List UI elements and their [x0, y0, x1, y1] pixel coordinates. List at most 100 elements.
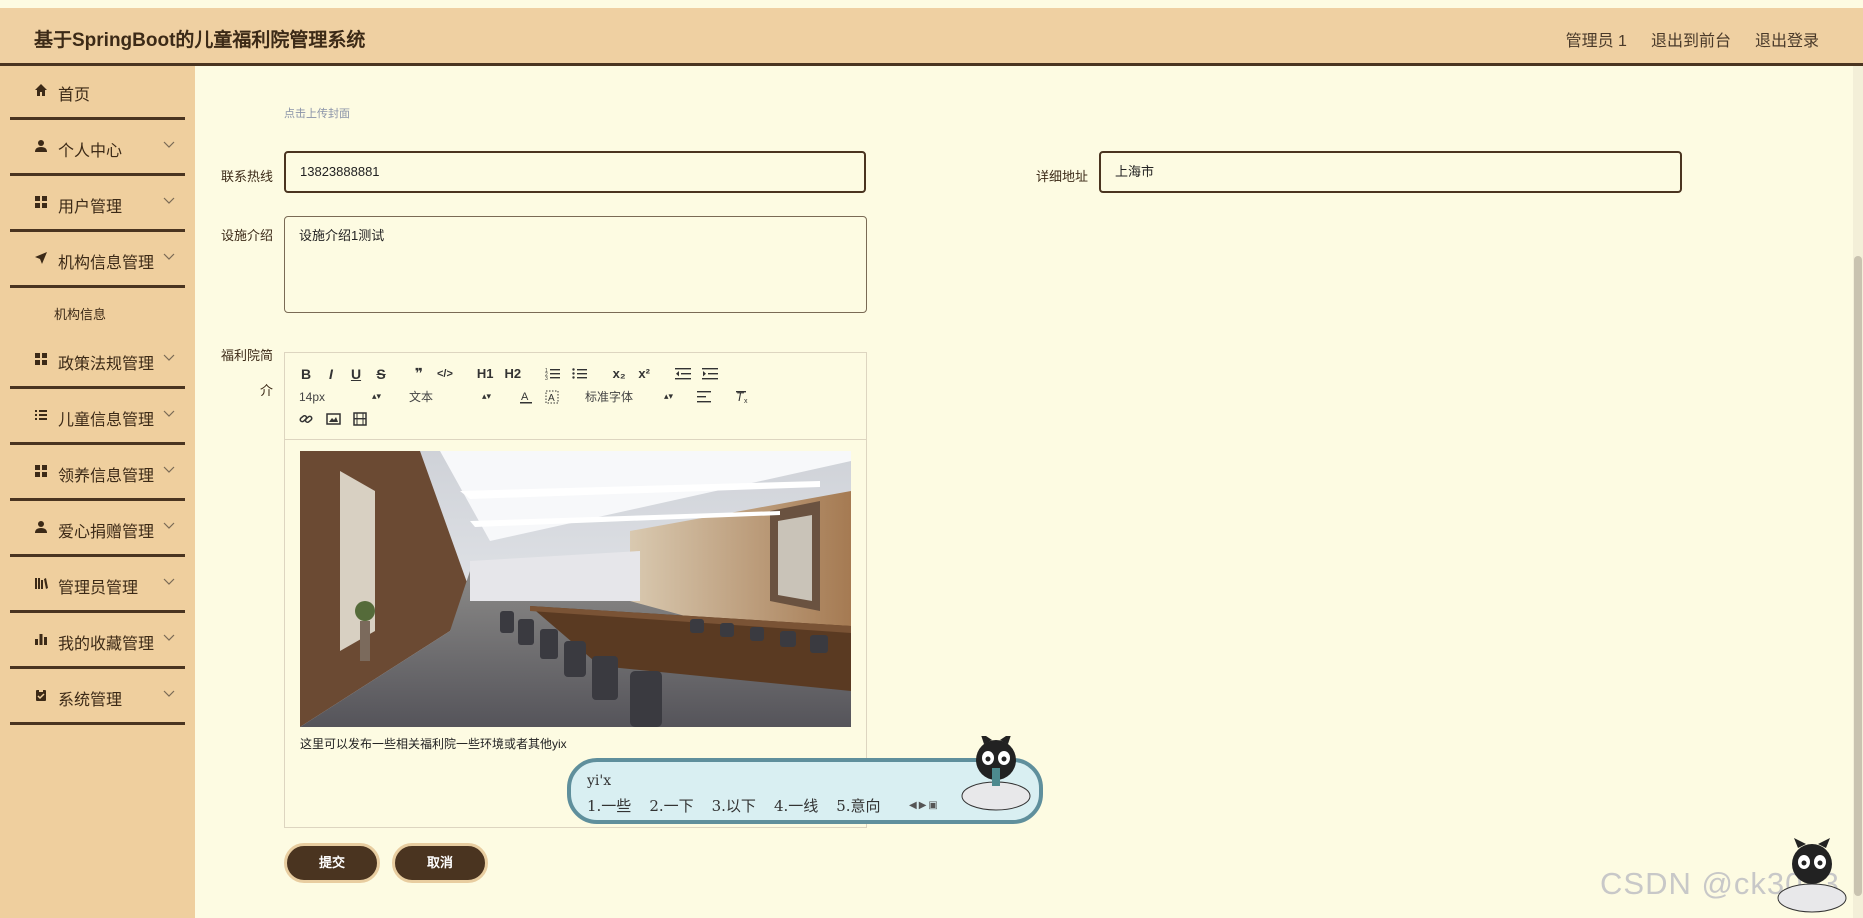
- background-color-icon[interactable]: A: [545, 390, 559, 404]
- chevron-down-icon: [163, 690, 175, 697]
- code-block-button[interactable]: </>: [437, 368, 453, 380]
- sidebar-item-donation-management[interactable]: 爱心捐赠管理: [10, 503, 185, 557]
- sidebar-item-admin-management[interactable]: 管理员管理: [10, 559, 185, 613]
- sidebar-item-label: 个人中心: [58, 143, 123, 160]
- grid-icon: [35, 465, 47, 477]
- list-icon: [35, 410, 47, 420]
- sidebar-subitem-institution-info[interactable]: 机构信息: [54, 304, 106, 323]
- svg-text:x: x: [744, 398, 748, 404]
- exit-to-front-link[interactable]: 退出到前台: [1651, 27, 1731, 51]
- rich-text-editor: B I U S ❞ </> H1 H2 123 x₂ x² 14px ▴▾ 文本 ▴…: [284, 352, 867, 828]
- facility-textarea[interactable]: 设施介绍1测试: [284, 216, 867, 313]
- sidebar-item-adoption-management[interactable]: 领养信息管理: [10, 447, 185, 501]
- subscript-button[interactable]: x₂: [612, 366, 626, 381]
- current-user-link[interactable]: 管理员 1: [1566, 27, 1627, 51]
- sidebar-item-label: 首页: [58, 87, 91, 104]
- ime-candidate-5[interactable]: 5.意向: [836, 795, 880, 816]
- align-left-icon[interactable]: [697, 390, 713, 404]
- chevron-down-icon: [163, 634, 175, 641]
- sidebar-item-system-management[interactable]: 系统管理: [10, 671, 185, 725]
- paragraph-select[interactable]: 文本 ▴▾: [409, 388, 491, 405]
- select-arrow-icon: ▴▾: [663, 391, 673, 401]
- video-icon[interactable]: [353, 412, 368, 426]
- sidebar-item-policy-management[interactable]: 政策法规管理: [10, 335, 185, 389]
- font-size-value: 14px: [299, 389, 326, 404]
- editor-content-text[interactable]: 这里可以发布一些相关福利院一些环境或者其他yix: [300, 735, 567, 752]
- sidebar-item-user-management[interactable]: 用户管理: [10, 178, 185, 232]
- logout-link[interactable]: 退出登录: [1755, 27, 1819, 51]
- image-icon[interactable]: [326, 412, 341, 426]
- top-links: 管理员 1 退出到前台 退出登录: [1566, 27, 1819, 51]
- editor-toolbar-row1: B I U S ❞ </> H1 H2 123 x₂ x²: [299, 365, 719, 382]
- sidebar-item-label: 用户管理: [58, 199, 123, 216]
- ime-candidate-list: 1.一些 2.一下 3.以下 4.一线 5.意向: [587, 795, 881, 816]
- send-icon: [35, 252, 47, 264]
- bullet-list-icon[interactable]: [572, 367, 588, 381]
- sidebar-item-institution-management[interactable]: 机构信息管理: [10, 234, 185, 288]
- page-scrollbar[interactable]: [1853, 66, 1863, 918]
- indent-icon[interactable]: [702, 367, 719, 381]
- ime-menu-icon[interactable]: ▣: [928, 800, 937, 811]
- font-color-icon[interactable]: A: [519, 390, 533, 404]
- font-family-select[interactable]: 标准字体 ▴▾: [585, 388, 673, 405]
- ime-candidate-1[interactable]: 1.一些: [587, 795, 631, 816]
- bar-chart-icon: [35, 634, 47, 645]
- blockquote-button[interactable]: ❞: [412, 365, 426, 382]
- ordered-list-icon[interactable]: 123: [545, 367, 561, 381]
- h2-button[interactable]: H2: [505, 366, 522, 381]
- scrollbar-thumb[interactable]: [1854, 256, 1862, 896]
- underline-button[interactable]: U: [349, 366, 363, 382]
- submit-button[interactable]: 提交: [284, 843, 380, 883]
- cancel-button[interactable]: 取消: [392, 843, 488, 883]
- svg-text:3: 3: [545, 376, 548, 381]
- bold-button[interactable]: B: [299, 366, 313, 382]
- upload-cover-link[interactable]: 点击上传封面: [284, 105, 350, 121]
- address-input[interactable]: 上海市: [1099, 151, 1682, 193]
- phone-label: 联系热线: [220, 169, 273, 184]
- sidebar-item-label: 系统管理: [58, 692, 123, 709]
- facility-label: 设施介绍: [220, 228, 273, 243]
- sidebar-item-home[interactable]: 首页: [10, 66, 185, 120]
- strike-button[interactable]: S: [374, 366, 388, 382]
- italic-button[interactable]: I: [324, 366, 338, 382]
- font-size-select[interactable]: 14px ▴▾: [299, 390, 381, 404]
- phone-input[interactable]: 13823888881: [284, 151, 866, 193]
- editor-toolbar-row2: 14px ▴▾ 文本 ▴▾ A A 标准字体 ▴▾ Tx: [299, 388, 751, 405]
- sidebar-item-personal-center[interactable]: 个人中心: [10, 122, 185, 176]
- chevron-down-icon: [163, 197, 175, 204]
- user-icon: [35, 521, 47, 533]
- grid-icon: [35, 353, 47, 365]
- sidebar-item-label: 儿童信息管理: [58, 412, 155, 429]
- conference-room-picture: [300, 451, 851, 727]
- intro-label-line1: 福利院简: [220, 348, 273, 363]
- ime-candidate-2[interactable]: 2.一下: [649, 795, 693, 816]
- chevron-down-icon: [163, 578, 175, 585]
- address-label: 详细地址: [1035, 169, 1088, 184]
- outdent-icon[interactable]: [675, 367, 692, 381]
- font-family-value: 标准字体: [585, 390, 634, 404]
- chevron-down-icon: [163, 466, 175, 473]
- paragraph-value: 文本: [409, 390, 434, 404]
- ime-page-nav: ◀ ▶ ▣: [909, 800, 938, 811]
- sidebar-item-label: 爱心捐赠管理: [58, 524, 155, 541]
- sidebar-item-label: 机构信息管理: [58, 255, 155, 272]
- link-icon[interactable]: [299, 412, 314, 426]
- ime-next-icon[interactable]: ▶: [919, 800, 927, 811]
- h1-button[interactable]: H1: [477, 366, 494, 381]
- select-arrow-icon: ▴▾: [481, 391, 491, 401]
- sidebar-item-children-management[interactable]: 儿童信息管理: [10, 391, 185, 445]
- ime-candidate-4[interactable]: 4.一线: [774, 795, 818, 816]
- conference-room-image[interactable]: [300, 451, 851, 727]
- chevron-down-icon: [163, 253, 175, 260]
- ime-candidate-3[interactable]: 3.以下: [712, 795, 756, 816]
- ime-prev-icon[interactable]: ◀: [909, 800, 917, 811]
- sidebar-item-favorites-management[interactable]: 我的收藏管理: [10, 615, 185, 669]
- clear-format-icon[interactable]: Tx: [735, 390, 751, 404]
- chevron-down-icon: [163, 410, 175, 417]
- ime-composition-text: yi'x: [587, 773, 612, 789]
- grid-icon: [35, 196, 47, 208]
- editor-toolbar-row3: [299, 412, 368, 426]
- superscript-button[interactable]: x²: [637, 366, 651, 381]
- user-icon: [35, 140, 47, 152]
- library-icon: [35, 578, 48, 589]
